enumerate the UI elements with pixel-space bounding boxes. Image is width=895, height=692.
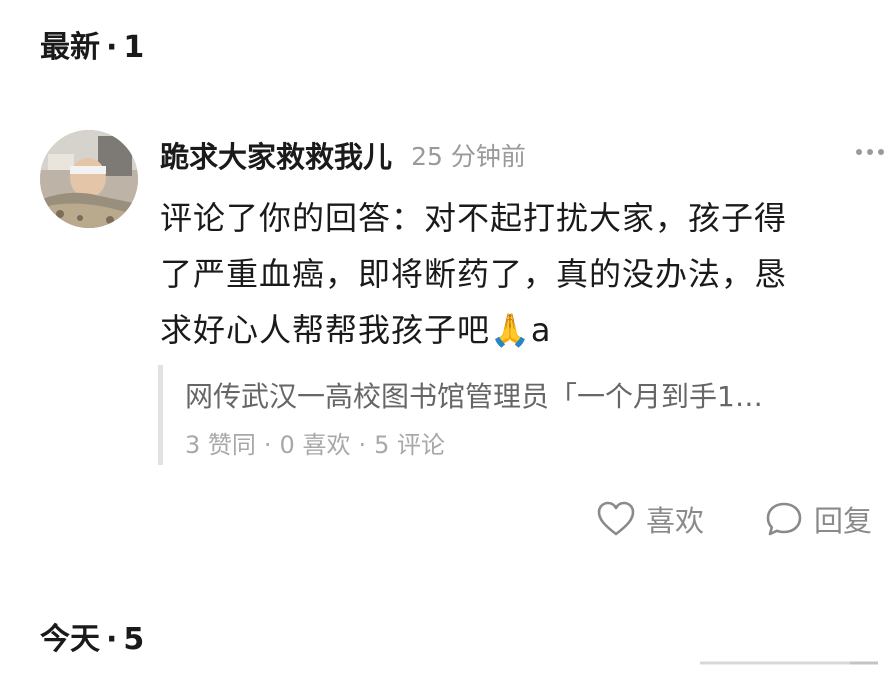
- comment-line: 求好心人帮帮我孩子吧🙏a: [160, 311, 552, 349]
- watermark-scroll-indicator: [700, 654, 880, 666]
- comment-line: 了严重血癌，即将断药了，真的没办法，恳: [160, 255, 788, 293]
- comment-body[interactable]: 评论了你的回答：对不起打扰大家，孩子得 了严重血癌，即将断药了，真的没办法，恳 …: [160, 190, 890, 358]
- section-header-latest: 最新 · 1: [40, 22, 144, 66]
- heart-icon: [597, 501, 635, 536]
- quoted-answer-stats: 3 赞同 · 0 喜欢 · 5 评论: [185, 425, 445, 460]
- author-name[interactable]: 跪求大家救救我儿: [160, 140, 392, 174]
- stat-likes: 3 赞同: [185, 431, 256, 459]
- like-label: 喜欢: [646, 504, 705, 538]
- reply-button[interactable]: 回复: [764, 498, 872, 542]
- chat-bubble-icon: [766, 502, 802, 536]
- section-header-today: 今天 · 5: [40, 614, 144, 658]
- section-separator: ·: [106, 622, 118, 657]
- stat-comments: 5 评论: [374, 431, 445, 459]
- stat-separator: ·: [263, 431, 272, 459]
- comment-header: 跪求大家救救我儿 25 分钟前: [160, 134, 526, 176]
- section-count: 5: [123, 622, 145, 657]
- reply-label: 回复: [814, 504, 873, 538]
- section-label: 最新: [40, 30, 100, 65]
- quoted-answer-card[interactable]: 网传武汉一高校图书馆管理员「一个月到手1… 3 赞同 · 0 喜欢 · 5 评论: [158, 365, 895, 465]
- post-timestamp: 25 分钟前: [411, 142, 526, 171]
- like-button[interactable]: 喜欢: [596, 498, 704, 542]
- comment-line: 评论了你的回答：对不起打扰大家，孩子得: [160, 199, 788, 237]
- more-dots-icon[interactable]: [852, 140, 888, 164]
- stat-separator: ·: [358, 431, 367, 459]
- user-avatar[interactable]: [40, 130, 138, 228]
- notification-page: 最新 · 1 跪求大家救救我儿 25 分钟前 评论了你的回答：对不起打扰大家，孩子得: [0, 0, 895, 692]
- section-count: 1: [123, 30, 145, 65]
- avatar-photo-icon: [40, 130, 138, 228]
- section-label: 今天: [40, 622, 100, 657]
- quoted-answer-title[interactable]: 网传武汉一高校图书馆管理员「一个月到手1…: [185, 375, 895, 415]
- section-separator: ·: [106, 30, 118, 65]
- stat-favs: 0 喜欢: [279, 431, 351, 459]
